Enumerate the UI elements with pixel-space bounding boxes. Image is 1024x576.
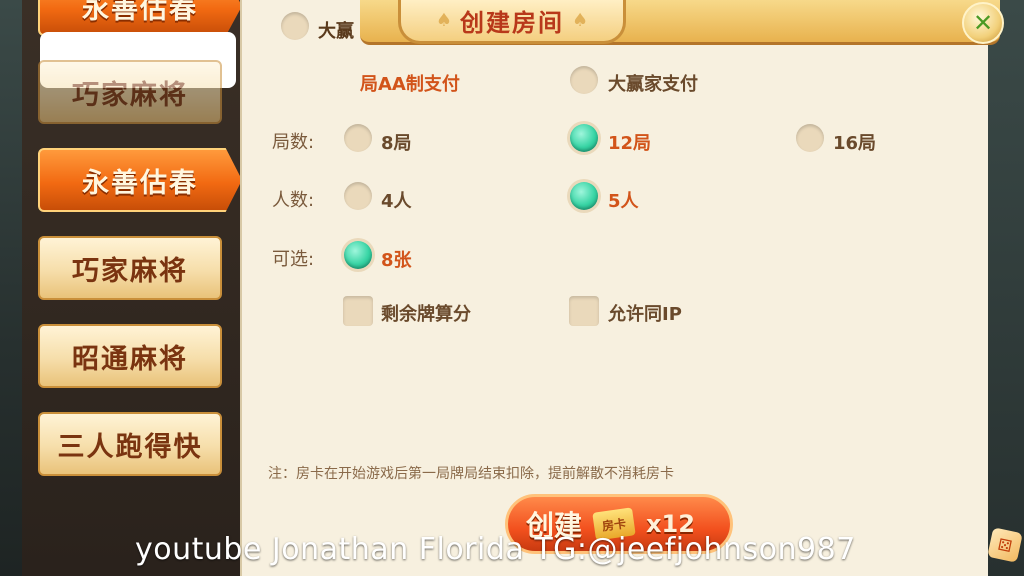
rounds-radio-8[interactable] [344,124,372,152]
players-radio-4[interactable] [344,182,372,210]
rounds-option-8: 8局 [381,133,412,154]
payment-radio-winner[interactable] [570,66,598,94]
close-button[interactable]: ✕ [962,2,1004,44]
players-option-5: 5人 [608,191,639,212]
allow-same-ip-checkbox[interactable] [569,296,599,326]
payment-radio-winner-top[interactable] [281,12,309,40]
optional-option-8-cards: 8张 [381,250,412,271]
tab-three-player-paodekuai[interactable]: 三人跑得快 [38,412,222,476]
page-title: 创建房间 [460,9,564,37]
players-radio-5[interactable] [570,182,598,210]
leftover-score-checkbox[interactable] [343,296,373,326]
payment-winner-label: 大赢家支付 [608,74,698,95]
dice-icon[interactable]: ⚄ [987,527,1023,563]
leftover-score-label: 剩余牌算分 [381,304,471,325]
allow-same-ip-label: 允许同IP [608,304,682,325]
spade-icon: ♠ [572,10,589,31]
players-option-4: 4人 [381,191,412,212]
spade-icon: ♠ [435,10,452,31]
close-icon: ✕ [972,9,994,37]
payment-aa-label: 局AA制支付 [360,74,460,95]
optional-label: 可选: [272,249,315,270]
rounds-radio-16[interactable] [796,124,824,152]
title-plate: ♠ 创建房间 ♠ [398,0,626,44]
payment-option-top-label: 大赢 [318,21,354,42]
rounds-option-16: 16局 [833,133,877,154]
room-card-note: 注：房卡在开始游戏后第一局牌局结束扣除，提前解散不消耗房卡 [268,466,674,482]
players-label: 人数: [272,190,315,211]
background-right [984,0,1024,576]
tab-yongshan-active[interactable]: 永善估春 [38,148,242,212]
rounds-label: 局数: [272,132,315,153]
optional-radio-8-cards[interactable] [344,241,372,269]
tab-qiaojia-partial[interactable]: 巧家麻将 [38,60,222,124]
rounds-option-12: 12局 [608,133,652,154]
tab-qiaojia-mahjong[interactable]: 巧家麻将 [38,236,222,300]
video-watermark: youtube Jonathan Florida TG:@jeefjohnson… [135,532,856,567]
rounds-radio-12[interactable] [570,124,598,152]
tab-yongshan-top[interactable]: 永善估春 [38,0,242,36]
tab-zhaotong-mahjong[interactable]: 昭通麻将 [38,324,222,388]
